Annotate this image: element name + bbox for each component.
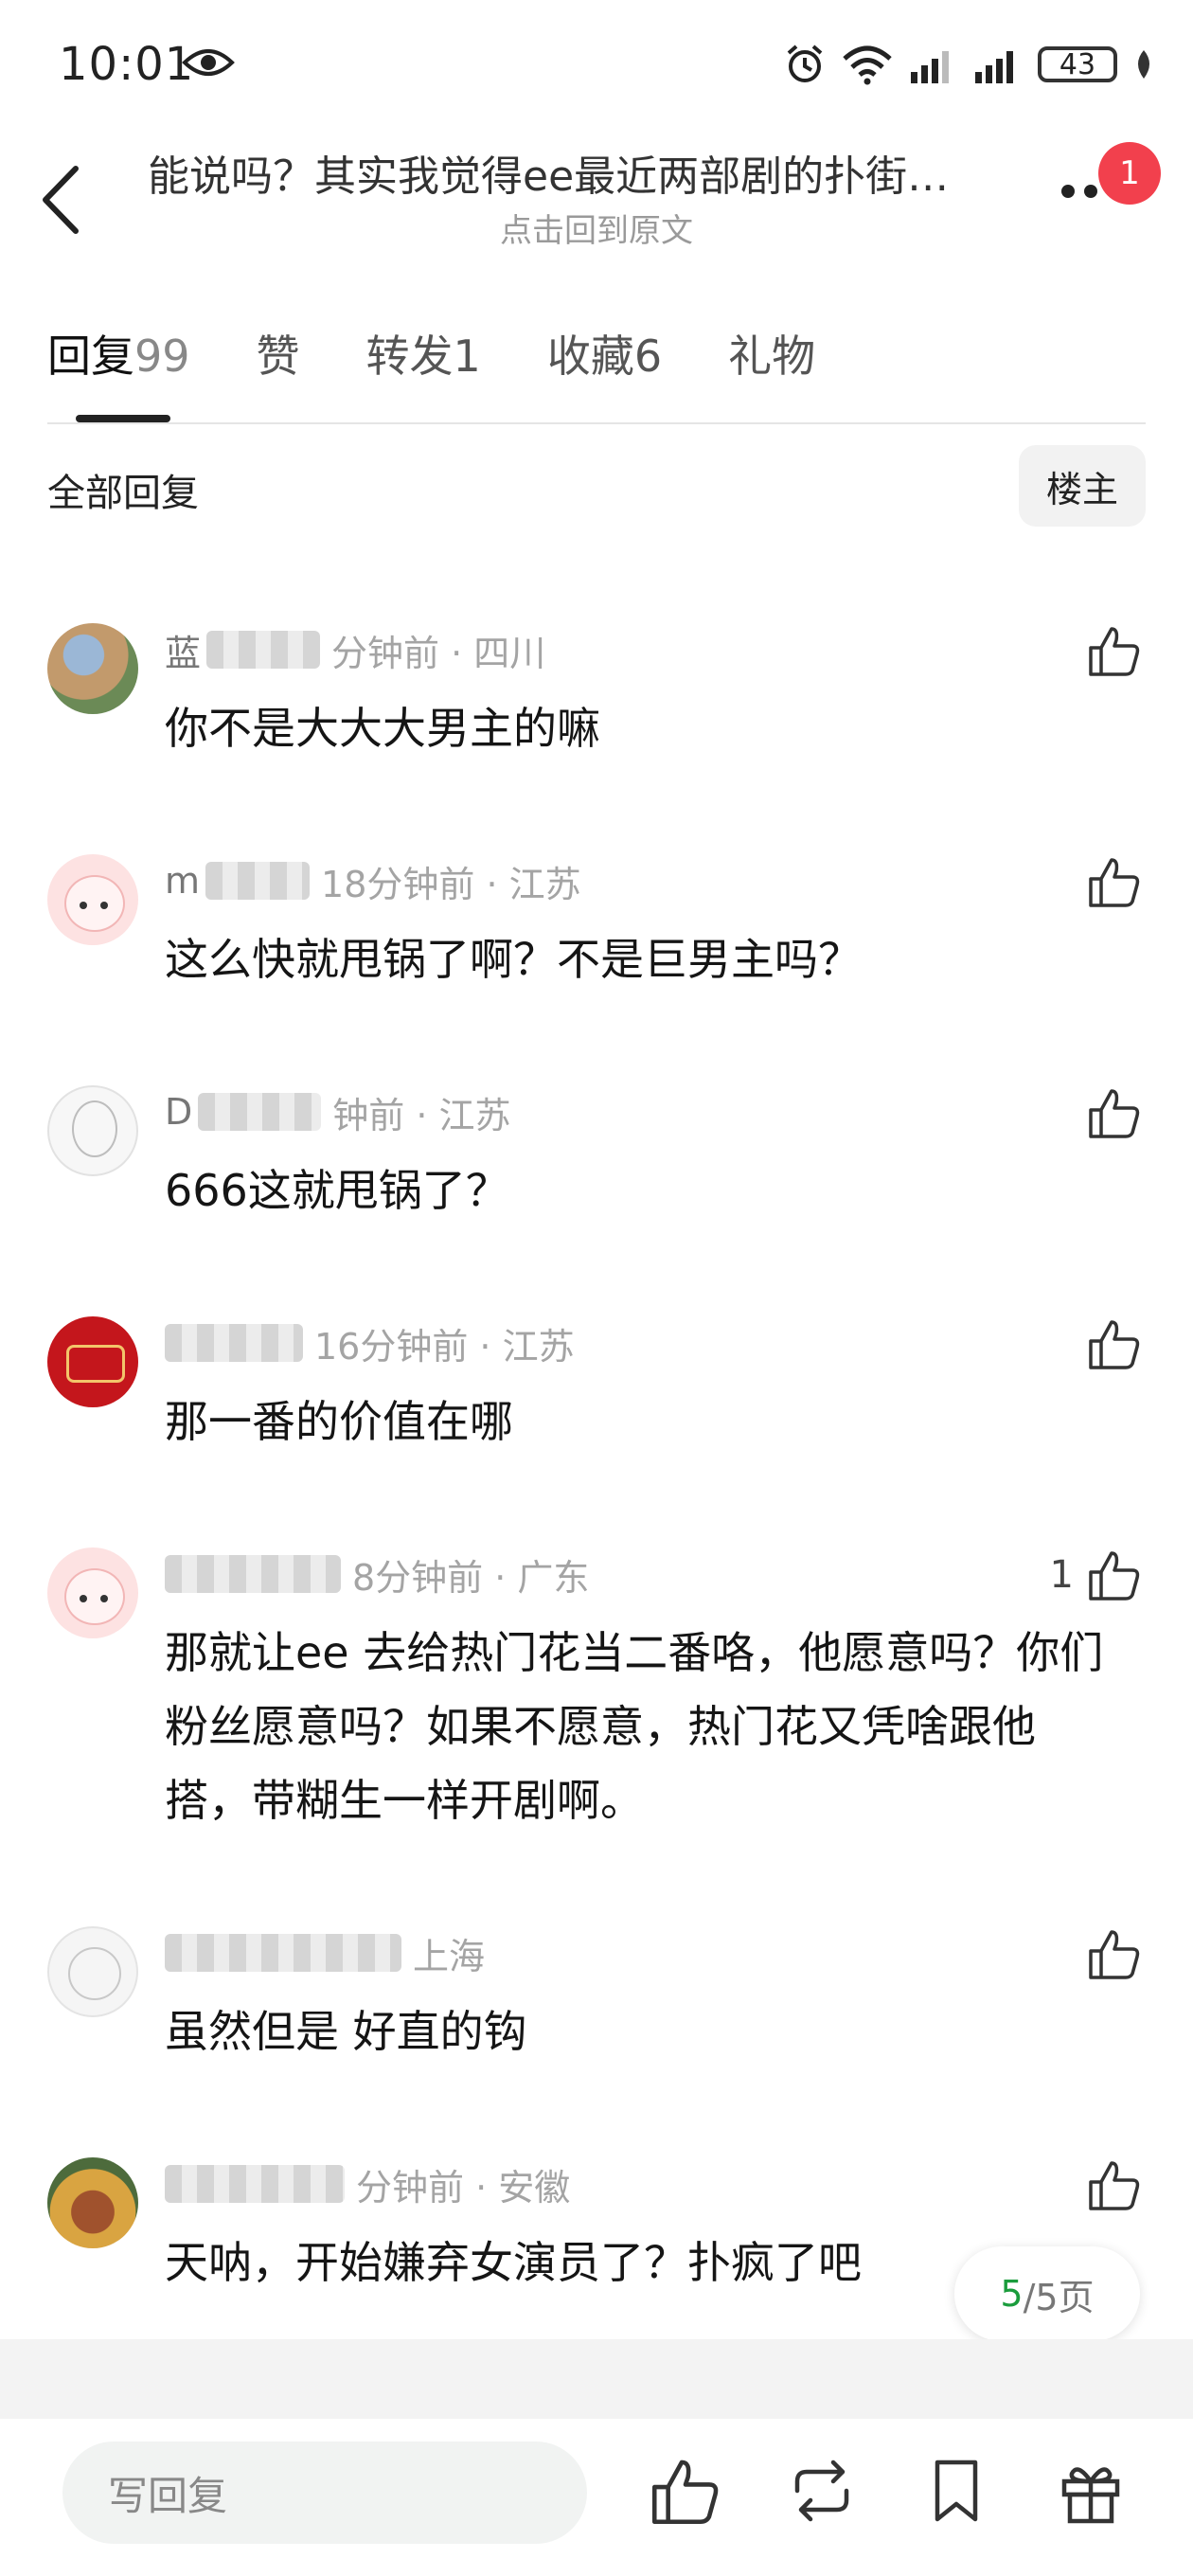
like-count: 1 bbox=[1049, 1553, 1074, 1597]
tab-label: 收藏 bbox=[546, 331, 634, 382]
thumbs-up-icon bbox=[1089, 2161, 1140, 2210]
post-title[interactable]: 能说吗？其实我觉得ee最近两部剧的扑街… bbox=[148, 142, 1038, 203]
tab-label: 礼物 bbox=[728, 331, 816, 382]
comment-time-location: 上海 bbox=[413, 1935, 486, 1977]
username[interactable]: 蓝 bbox=[165, 624, 201, 676]
tab-replies[interactable]: 回复99 bbox=[47, 322, 190, 385]
wifi-icon bbox=[843, 45, 892, 85]
bookmark-icon[interactable] bbox=[920, 2455, 992, 2527]
blurred-username bbox=[165, 2165, 345, 2203]
thumbs-up-icon bbox=[1089, 1551, 1140, 1601]
avatar[interactable] bbox=[47, 2157, 138, 2248]
tab-count: 1 bbox=[453, 331, 481, 382]
avatar[interactable] bbox=[47, 1085, 138, 1176]
comment-meta: 上海 bbox=[165, 1926, 485, 1979]
avatar[interactable] bbox=[47, 1316, 138, 1407]
like-button[interactable] bbox=[1087, 623, 1142, 678]
comment-text[interactable]: 虽然但是 好直的钩 bbox=[165, 1995, 1112, 2068]
comment-meta: 8分钟前 · 广东 bbox=[165, 1547, 589, 1601]
comment-meta: m 18分钟前 · 江苏 bbox=[165, 854, 581, 907]
gift-icon[interactable] bbox=[1055, 2455, 1127, 2527]
back-to-original-link[interactable]: 点击回到原文 bbox=[0, 205, 1193, 251]
thumbs-up-icon bbox=[1089, 1930, 1140, 1979]
comment-time-location: 钟前 · 江苏 bbox=[332, 1094, 511, 1136]
current-page: 5 bbox=[1000, 2273, 1024, 2315]
signal-icon-2 bbox=[975, 51, 1013, 83]
username[interactable]: m bbox=[165, 860, 200, 902]
signal-icon-1 bbox=[911, 51, 949, 83]
leaf-icon bbox=[1138, 50, 1149, 79]
comment-text[interactable]: 666这就甩锅了？ bbox=[165, 1154, 1112, 1227]
blurred-username bbox=[205, 862, 311, 900]
status-time: 10:01 bbox=[59, 38, 195, 91]
active-tab-indicator bbox=[76, 415, 170, 422]
like-button[interactable] bbox=[1087, 2157, 1142, 2212]
comment-meta: D 钟前 · 江苏 bbox=[165, 1085, 511, 1138]
tab-gifts[interactable]: 礼物 bbox=[728, 322, 815, 385]
comment-time-location: 16分钟前 · 江苏 bbox=[314, 1325, 575, 1368]
blurred-username bbox=[165, 1324, 303, 1362]
thumbs-up-icon bbox=[1089, 1320, 1140, 1369]
tab-count: 6 bbox=[633, 331, 663, 382]
tab-count: 99 bbox=[134, 331, 190, 382]
like-button[interactable] bbox=[1087, 1316, 1142, 1371]
tab-label: 赞 bbox=[256, 331, 300, 382]
reply-input[interactable]: 写回复 bbox=[62, 2442, 587, 2544]
alarm-icon bbox=[787, 45, 823, 82]
comment-text[interactable]: 那就让ee 去给热门花当二番咯，他愿意吗？你们粉丝愿意吗？如果不愿意，热门花又凭… bbox=[165, 1616, 1112, 1837]
tab-label: 回复 bbox=[47, 331, 134, 382]
blurred-username bbox=[206, 631, 321, 669]
comment-text[interactable]: 这么快就甩锅了啊？不是巨男主吗？ bbox=[165, 922, 1112, 996]
repost-icon[interactable] bbox=[786, 2455, 858, 2527]
thumbs-up-icon bbox=[1089, 1089, 1140, 1138]
comment-time-location: 18分钟前 · 江苏 bbox=[321, 863, 581, 905]
divider bbox=[47, 422, 1146, 424]
tab-bar: 回复99 赞 转发1 收藏6 礼物 bbox=[47, 322, 881, 385]
eye-icon bbox=[182, 49, 235, 76]
list-end-spacer bbox=[0, 2339, 1193, 2419]
comment-meta: 16分钟前 · 江苏 bbox=[165, 1316, 575, 1369]
like-post-icon[interactable] bbox=[650, 2455, 721, 2527]
thumbs-up-icon bbox=[1089, 627, 1140, 676]
avatar[interactable] bbox=[47, 854, 138, 945]
tab-favorites[interactable]: 收藏6 bbox=[547, 322, 662, 385]
avatar[interactable] bbox=[47, 1547, 138, 1638]
like-button[interactable] bbox=[1087, 1926, 1142, 1981]
page-indicator[interactable]: 5/5页 bbox=[954, 2246, 1140, 2341]
comment-text[interactable]: 你不是大大大男主的嘛 bbox=[165, 691, 1112, 765]
battery-indicator: 43 bbox=[1038, 46, 1117, 82]
status-icons: 43 bbox=[784, 38, 1155, 91]
username[interactable]: D bbox=[165, 1091, 192, 1133]
total-pages: /5页 bbox=[1023, 2276, 1095, 2318]
avatar[interactable] bbox=[47, 1926, 138, 2017]
comment-meta: 蓝 分钟前 · 四川 bbox=[165, 623, 545, 676]
thumbs-up-icon bbox=[1089, 858, 1140, 907]
tab-reposts[interactable]: 转发1 bbox=[366, 322, 481, 385]
comment-meta: 分钟前 · 安徽 bbox=[165, 2157, 570, 2210]
notification-badge[interactable]: 1 bbox=[1098, 142, 1161, 205]
blurred-username bbox=[198, 1093, 322, 1131]
comment-time-location: 分钟前 · 四川 bbox=[331, 632, 546, 674]
avatar[interactable] bbox=[47, 623, 138, 714]
like-button[interactable] bbox=[1087, 1085, 1142, 1140]
blurred-username bbox=[165, 1555, 341, 1593]
tab-likes[interactable]: 赞 bbox=[257, 322, 300, 385]
blurred-username bbox=[165, 1934, 401, 1972]
like-button[interactable]: 1 bbox=[1050, 1547, 1142, 1602]
filter-all-replies[interactable]: 全部回复 bbox=[47, 462, 199, 517]
comment-time-location: 8分钟前 · 广东 bbox=[352, 1556, 590, 1599]
comment-text[interactable]: 那一番的价值在哪 bbox=[165, 1385, 1112, 1458]
like-button[interactable] bbox=[1087, 854, 1142, 909]
author-only-button[interactable]: 楼主 bbox=[1019, 445, 1146, 527]
tab-label: 转发 bbox=[365, 331, 454, 382]
comment-time-location: 分钟前 · 安徽 bbox=[356, 2166, 571, 2209]
